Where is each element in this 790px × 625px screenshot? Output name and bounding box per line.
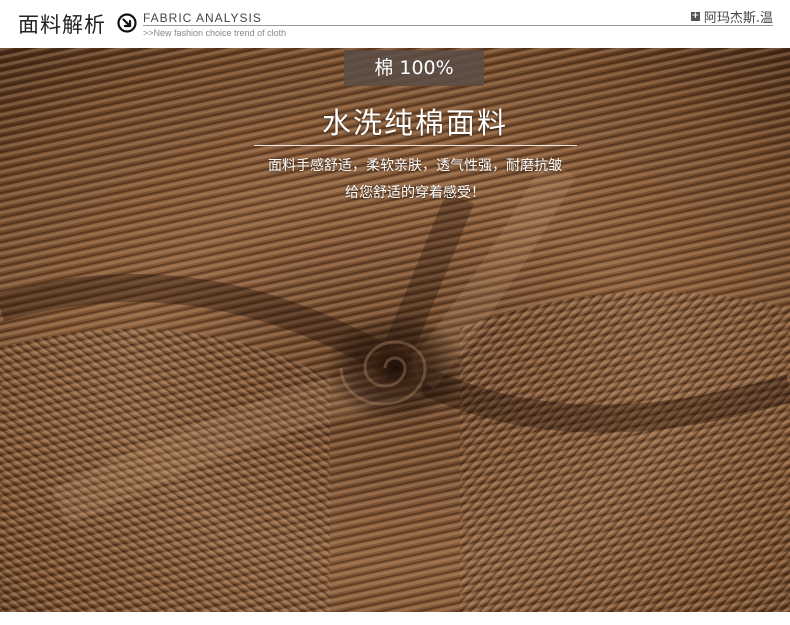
header-divider [143,25,773,26]
section-subtitle: >>New fashion choice trend of cloth [143,28,287,38]
header: 面料解析 FABRIC ANALYSIS >>New fashion choic… [0,0,790,48]
headline-divider [254,145,577,146]
headline: 水洗纯棉面料 [321,106,508,140]
brand-label: + 阿玛杰斯.温 [690,7,773,26]
section-title-en: FABRIC ANALYSIS [143,11,262,25]
material-badge: 棉 100% [344,50,484,86]
section-title: 面料解析 [18,13,106,37]
brand-name: 阿玛杰斯.温 [703,11,773,26]
description-line-1: 面料手感舒适，柔软亲肤，透气性强，耐磨抗皱 [268,158,562,174]
bottom-margin [0,612,790,625]
description-line-2: 给您舒适的穿着感受！ [345,185,485,201]
circle-arrow-down-right-icon [117,13,137,33]
plus-icon: + [690,11,700,21]
